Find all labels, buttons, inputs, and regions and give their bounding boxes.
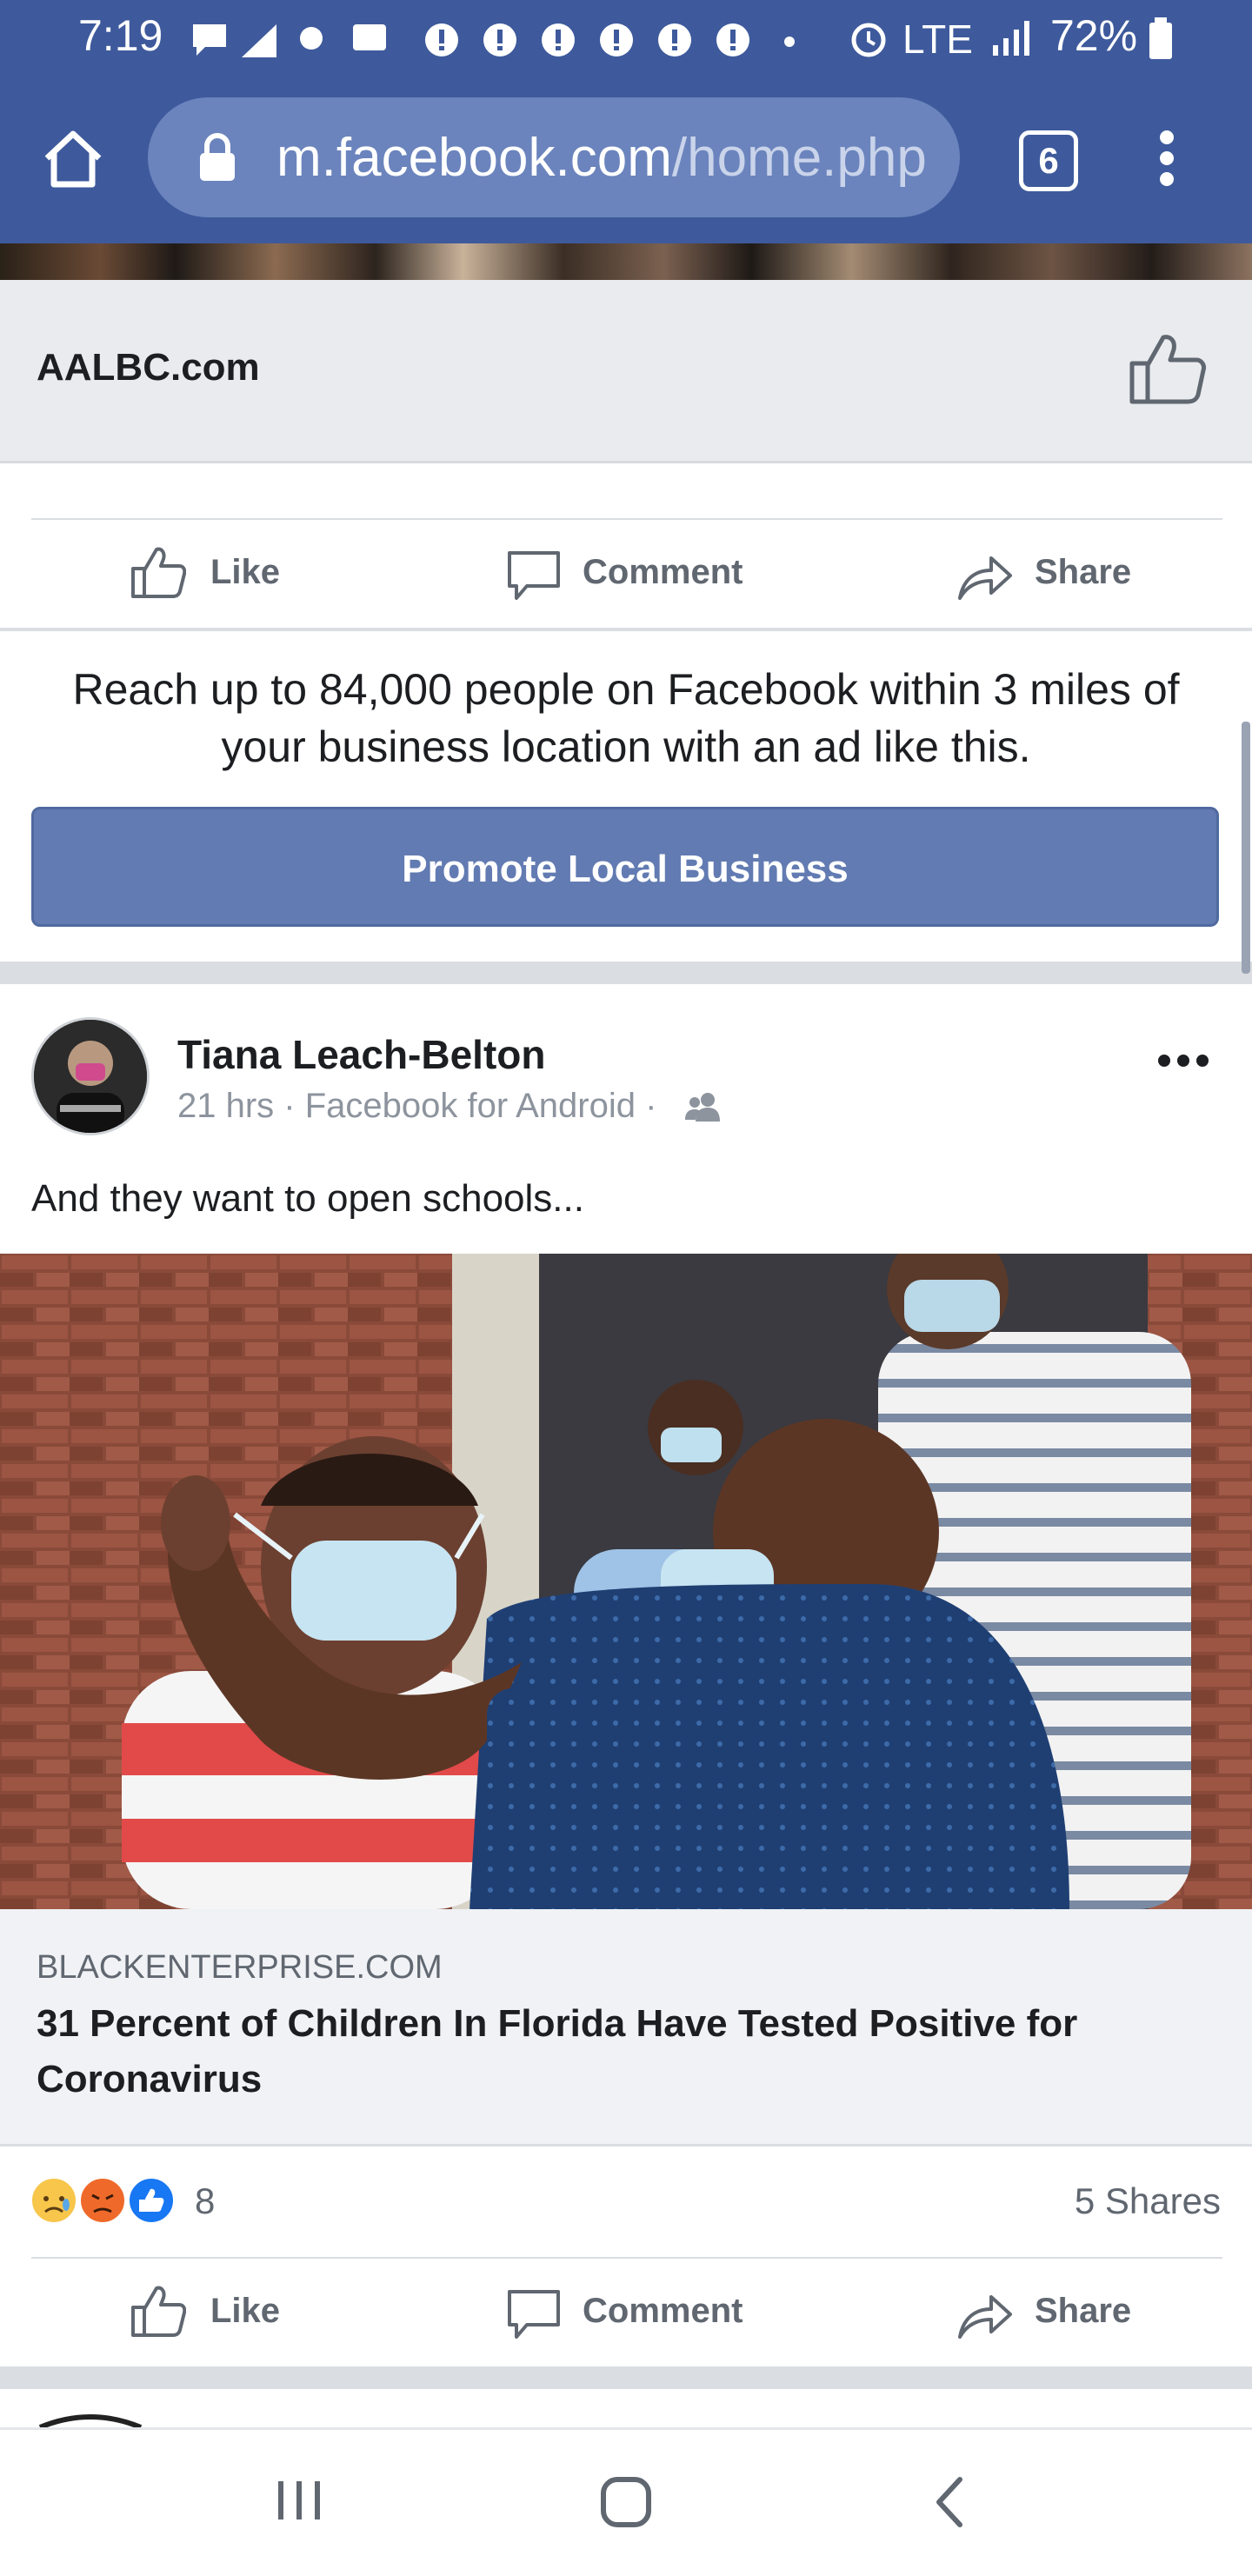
- avatar[interactable]: [31, 1017, 150, 1135]
- link-domain: BLACKENTERPRISE.COM: [37, 1949, 443, 1986]
- signal-icon: [993, 21, 1029, 56]
- comment-label: Comment: [583, 2292, 743, 2330]
- post-image[interactable]: [0, 1254, 1252, 1909]
- scrollbar[interactable]: [1242, 722, 1250, 974]
- shares-count[interactable]: 5 Shares: [1000, 2180, 1221, 2222]
- next-post-avatar-edge: [38, 2414, 143, 2427]
- feed-separator: [0, 2366, 1252, 2389]
- share-icon: [958, 2295, 1012, 2339]
- comment-label: Comment: [583, 553, 743, 591]
- share-button[interactable]: Share: [956, 2285, 1165, 2342]
- like-button[interactable]: Like: [130, 546, 304, 598]
- share-icon: [958, 556, 1012, 600]
- home-icon[interactable]: [42, 129, 104, 190]
- url-host: m.facebook.com: [276, 128, 672, 188]
- network-type: LTE: [902, 17, 973, 62]
- browser-menu-icon[interactable]: [1156, 129, 1177, 188]
- more-options-icon[interactable]: [1156, 1052, 1210, 1069]
- reactions-summary[interactable]: [28, 2173, 184, 2227]
- url-text[interactable]: m.facebook.com/home.php: [276, 127, 937, 189]
- status-time: 7:19: [78, 11, 163, 60]
- tab-switcher-button[interactable]: 6: [1019, 130, 1078, 191]
- post-author[interactable]: Tiana Leach-Belton: [177, 1031, 545, 1078]
- reaction-icons: [29, 2175, 176, 2226]
- feed-separator: [0, 962, 1252, 984]
- post-text: And they want to open schools...: [31, 1177, 584, 1220]
- reaction-count[interactable]: 8: [195, 2180, 215, 2222]
- next-post-peek: [0, 2389, 1252, 2427]
- cover-photo-strip: [0, 243, 1252, 280]
- like-button[interactable]: Like: [130, 2285, 304, 2339]
- home-nav-icon[interactable]: [598, 2474, 654, 2530]
- comment-button[interactable]: Comment: [506, 546, 767, 603]
- post-image-illustration: [0, 1254, 1252, 1909]
- comment-icon: [508, 2290, 560, 2339]
- link-title[interactable]: 31 Percent of Children In Florida Have T…: [37, 1996, 1219, 2107]
- friends-audience-icon: [685, 1093, 720, 1122]
- avatar-image: [34, 1020, 147, 1133]
- like-icon: [131, 547, 186, 598]
- share-label: Share: [1035, 2292, 1132, 2330]
- page-like-icon[interactable]: [1129, 332, 1207, 405]
- divider: [31, 2257, 1222, 2259]
- alarm-icon: [851, 23, 886, 57]
- lock-icon: [200, 133, 235, 181]
- like-label: Like: [210, 553, 281, 591]
- notification-icons: [193, 23, 795, 57]
- url-path: /home.php: [671, 128, 927, 188]
- comment-button[interactable]: Comment: [506, 2285, 767, 2342]
- battery-icon: [1149, 17, 1172, 59]
- recent-apps-icon[interactable]: [275, 2478, 323, 2523]
- divider: [0, 628, 1252, 631]
- status-bar: 7:19 LTE 72%: [0, 0, 1252, 77]
- promo-text: Reach up to 84,000 people on Facebook wi…: [72, 665, 1180, 771]
- back-icon[interactable]: [930, 2474, 969, 2530]
- page-name[interactable]: AALBC.com: [37, 346, 260, 389]
- divider: [31, 518, 1222, 520]
- promote-local-business-button[interactable]: Promote Local Business: [31, 807, 1219, 927]
- like-icon: [131, 2286, 186, 2337]
- like-label: Like: [210, 2292, 281, 2330]
- share-label: Share: [1035, 553, 1132, 591]
- comment-icon: [508, 551, 560, 600]
- battery-percent: 72%: [1050, 11, 1138, 60]
- share-button[interactable]: Share: [956, 546, 1165, 603]
- post-meta: 21 hrs · Facebook for Android ·: [177, 1087, 657, 1125]
